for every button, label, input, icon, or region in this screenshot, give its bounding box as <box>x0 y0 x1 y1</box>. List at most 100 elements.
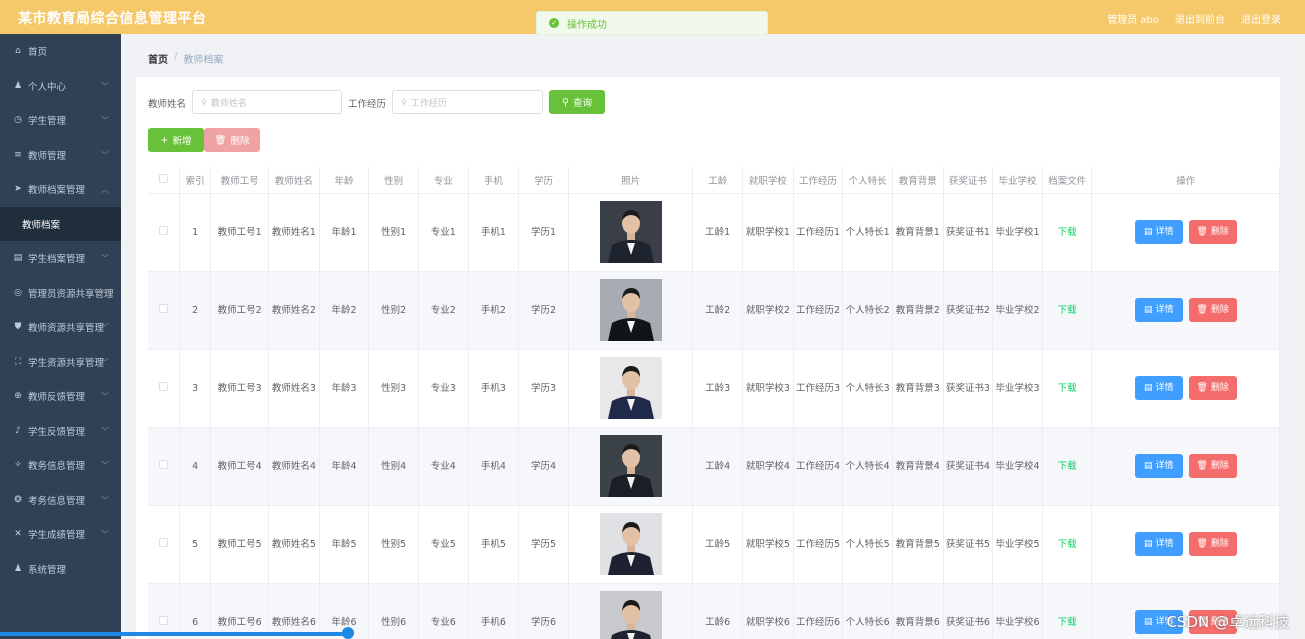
download-link[interactable]: 下载 <box>1042 349 1093 428</box>
cell-photo <box>568 427 694 506</box>
table-row[interactable]: 2 教师工号2 教师姓名2 年龄2 性别2 专业2 手机2 学历2 工龄2 就职学校2 工作经历2 个… <box>148 271 1280 350</box>
column-header: 教育背景 <box>892 167 944 194</box>
cell-bg: 教育背景6 <box>892 583 944 639</box>
sidebar-item[interactable]: ⛶ 学生资源共享管理 ﹀ <box>0 345 121 380</box>
download-link[interactable]: 下载 <box>1042 193 1093 272</box>
sidebar-item[interactable]: ♟ 个人中心 ﹀ <box>0 69 121 104</box>
column-header: 工作经历 <box>793 167 844 194</box>
chevron-down-icon: ﹀ <box>101 288 109 298</box>
sidebar-item[interactable]: ♟ 系统管理 <box>0 552 121 587</box>
sidebar-item[interactable]: ◷ 学生管理 ﹀ <box>0 103 121 138</box>
cell-years: 工龄1 <box>692 193 744 272</box>
row-checkbox-cell <box>148 505 180 584</box>
row-checkbox[interactable] <box>158 615 168 625</box>
detail-button[interactable]: ▤ 详情 <box>1134 220 1183 244</box>
cell-exp: 工作经历5 <box>793 505 844 584</box>
delete-button[interactable]: 🗑 删除 <box>1188 454 1237 478</box>
cell-age: 年龄2 <box>319 271 370 350</box>
breadcrumb-current: 教师档案 <box>183 55 224 66</box>
sidebar-item[interactable]: ➤ 教师档案管理 ︿ <box>0 172 121 207</box>
sidebar-item[interactable]: ≡ 教师管理 ﹀ <box>0 138 121 173</box>
row-checkbox[interactable] <box>158 537 168 547</box>
column-header: 照片 <box>568 167 694 194</box>
cell-bg: 教育背景4 <box>892 427 944 506</box>
download-link[interactable]: 下载 <box>1042 505 1093 584</box>
send-icon: ➤ <box>14 184 22 195</box>
table-row[interactable]: 5 教师工号5 教师姓名5 年龄5 性别5 专业5 手机5 学历5 工龄5 就职学校5 工作经历5 个… <box>148 505 1280 584</box>
cell-school: 就职学校5 <box>742 505 794 584</box>
detail-button[interactable]: ▤ 详情 <box>1134 298 1183 322</box>
progress-knob[interactable] <box>342 627 354 639</box>
cell-cert: 获奖证书4 <box>943 427 994 506</box>
table-row[interactable]: 3 教师工号3 教师姓名3 年龄3 性别3 专业3 手机3 学历3 工龄3 就职学校3 工作经历3 个… <box>148 349 1280 428</box>
header-actions: 管理员 abo 退出到前台 退出登录 <box>1107 11 1281 26</box>
add-label: 新增 <box>172 136 192 147</box>
add-button[interactable]: + 新增 <box>148 128 204 152</box>
table-row[interactable]: 6 教师工号6 教师姓名6 年龄6 性别6 专业6 手机6 学历6 工龄6 就职学校6 工作经历6 个… <box>148 583 1280 639</box>
cell-edu: 学历2 <box>518 271 569 350</box>
sidebar-item[interactable]: ✕ 学生成绩管理 ﹀ <box>0 517 121 552</box>
download-link[interactable]: 下载 <box>1042 583 1093 639</box>
sidebar-item[interactable]: ❂ 考务信息管理 ﹀ <box>0 483 121 518</box>
breadcrumb-home[interactable]: 首页 <box>148 51 168 66</box>
cell-sex: 性别4 <box>368 427 419 506</box>
cell-skill: 个人特长2 <box>842 271 893 350</box>
cell-no: 教师工号3 <box>210 349 270 428</box>
cell-actions: ▤ 详情 🗑 删除 <box>1091 505 1280 584</box>
delete-button[interactable]: 🗑 删除 <box>1188 376 1237 400</box>
vertical-scrollbar[interactable] <box>1297 34 1305 639</box>
row-checkbox[interactable] <box>158 459 168 469</box>
row-checkbox[interactable] <box>158 225 168 235</box>
query-button[interactable]: ⚲ 查询 <box>549 90 605 114</box>
column-header: 获奖证书 <box>943 167 994 194</box>
select-all-checkbox[interactable] <box>158 173 168 183</box>
delete-button[interactable]: 🗑 删除 <box>1188 298 1237 322</box>
sidebar-item-label: 学生档案管理 <box>28 254 86 266</box>
cell-years: 工龄2 <box>692 271 744 350</box>
detail-button[interactable]: ▤ 详情 <box>1134 376 1183 400</box>
column-header: 年龄 <box>319 167 370 194</box>
delete-button[interactable]: 🗑 删除 <box>1188 532 1237 556</box>
batch-delete-button[interactable]: 🗑 删除 <box>204 128 260 152</box>
sidebar-item[interactable]: 教师档案 <box>0 206 121 241</box>
plus-icon: + <box>160 134 169 146</box>
row-checkbox[interactable] <box>158 381 168 391</box>
cell-idx: 5 <box>179 505 212 584</box>
cell-school: 就职学校4 <box>742 427 794 506</box>
sidebar-item[interactable]: ⛊ 教师资源共享管理 ﹀ <box>0 310 121 345</box>
document-icon: ▤ <box>1143 616 1153 627</box>
toast-message: 操作成功 <box>567 19 607 31</box>
detail-button[interactable]: ▤ 详情 <box>1134 454 1183 478</box>
table-row[interactable]: 4 教师工号4 教师姓名4 年龄4 性别4 专业4 手机4 学历4 工龄4 就职学校4 工作经历4 个… <box>148 427 1280 506</box>
cell-sex: 性别5 <box>368 505 419 584</box>
globe-icon: ⊕ <box>14 391 22 402</box>
batch-delete-label: 删除 <box>230 136 250 147</box>
logout-link[interactable]: 退出登录 <box>1241 11 1281 26</box>
delete-button[interactable]: 🗑 删除 <box>1188 220 1237 244</box>
sidebar-item[interactable]: ♪ 学生反馈管理 ﹀ <box>0 414 121 449</box>
sidebar-item[interactable]: ◎ 管理员资源共享管理 ﹀ <box>0 276 121 311</box>
sidebar-item[interactable]: ⊕ 教师反馈管理 ﹀ <box>0 379 121 414</box>
search-icon: ⚲ <box>562 96 569 108</box>
delete-label: 删除 <box>1210 382 1229 393</box>
teacher-name-input[interactable]: ⚲ 教师姓名 <box>192 90 342 114</box>
cell-grad: 毕业学校2 <box>992 271 1043 350</box>
work-exp-input[interactable]: ⚲ 工作经历 <box>392 90 543 114</box>
table-row[interactable]: 1 教师工号1 教师姓名1 年龄1 性别1 专业1 手机1 学历1 工龄1 就职学校1 工作经历1 个… <box>148 193 1280 272</box>
cell-major: 专业2 <box>418 271 469 350</box>
cell-exp: 工作经历2 <box>793 271 844 350</box>
column-header: 档案文件 <box>1042 167 1093 194</box>
column-header: 工龄 <box>692 167 744 194</box>
sidebar-item[interactable]: ✧ 教务信息管理 ﹀ <box>0 448 121 483</box>
download-link[interactable]: 下载 <box>1042 427 1093 506</box>
download-link[interactable]: 下载 <box>1042 271 1093 350</box>
exit-home-link[interactable]: 退出到前台 <box>1175 11 1225 26</box>
video-progress-bar[interactable] <box>0 632 348 636</box>
cell-major: 专业5 <box>418 505 469 584</box>
sidebar-item[interactable]: ▤ 学生档案管理 ﹀ <box>0 241 121 276</box>
sidebar-item[interactable]: ⌂ 首页 <box>0 34 121 69</box>
cell-cert: 获奖证书5 <box>943 505 994 584</box>
row-checkbox[interactable] <box>158 303 168 313</box>
detail-button[interactable]: ▤ 详情 <box>1134 532 1183 556</box>
trash-icon: 🗑 <box>214 134 227 146</box>
